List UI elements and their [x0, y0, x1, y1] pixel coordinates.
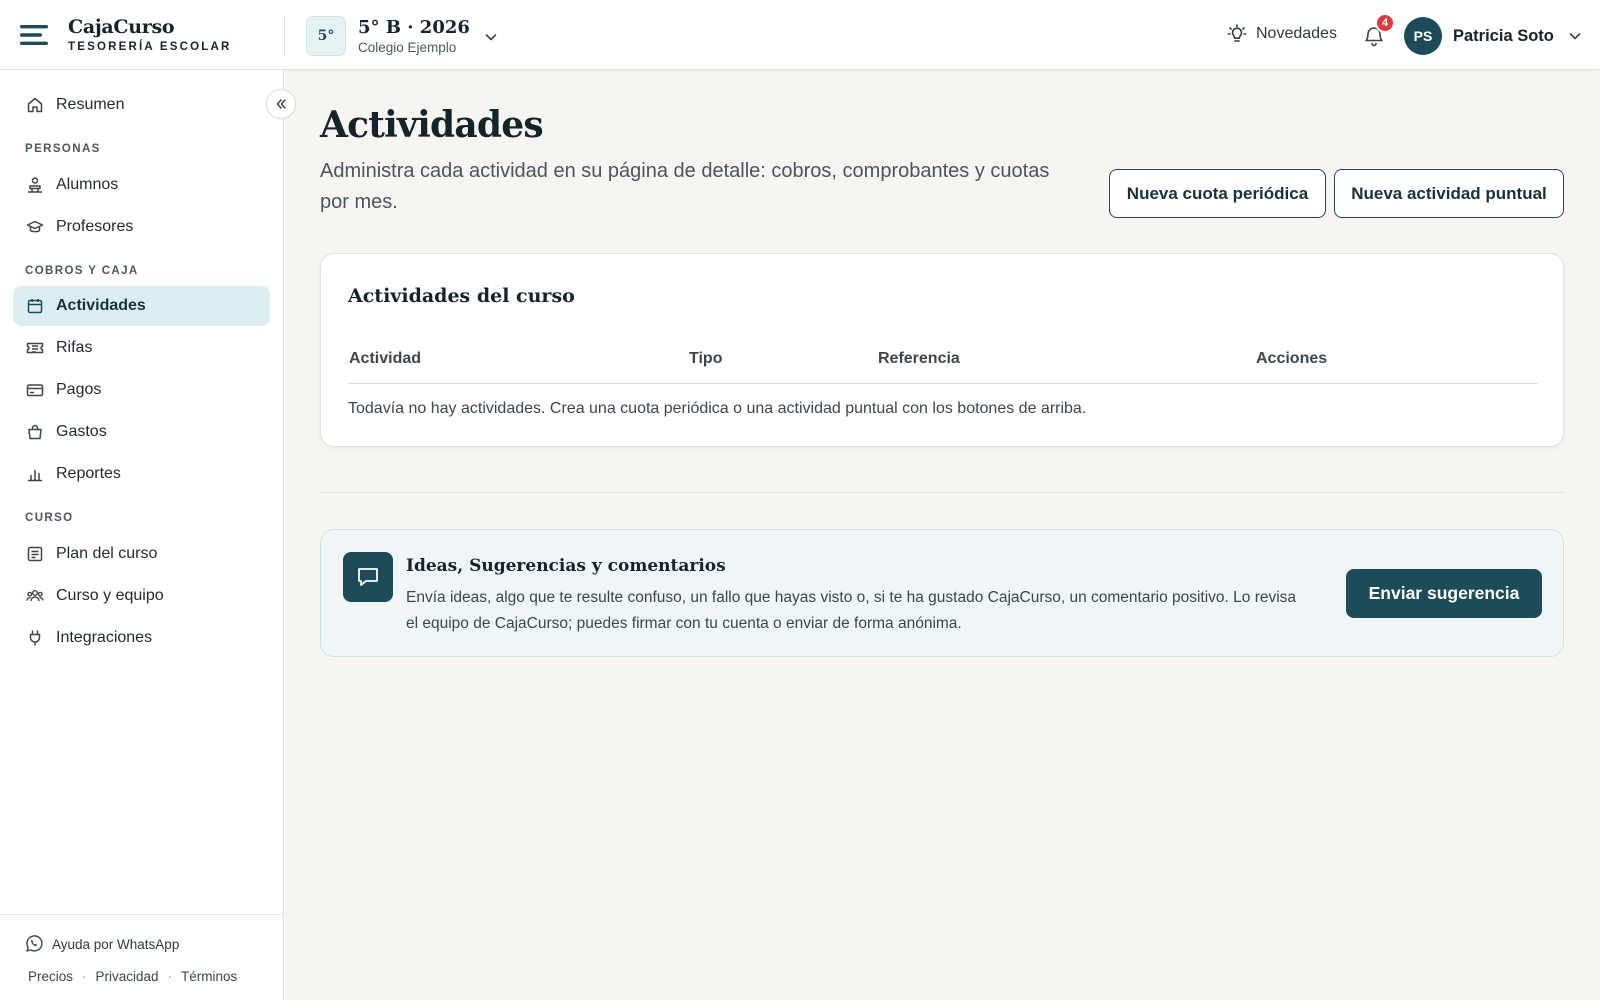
sidebar-item-plan-del-curso[interactable]: Plan del curso [13, 534, 270, 574]
shopping-bag-icon [26, 423, 44, 441]
chevron-down-icon [1568, 29, 1582, 43]
document-icon [26, 545, 44, 563]
sidebar-item-label: Alumnos [56, 176, 119, 193]
whatsapp-icon [24, 934, 44, 954]
sidebar-item-gastos[interactable]: Gastos [13, 412, 270, 452]
sidebar-item-label: Plan del curso [56, 545, 158, 562]
page-title: Actividades [320, 104, 544, 146]
sidebar-item-resumen[interactable]: Resumen [13, 85, 270, 125]
course-name: 5° B · 2026 [358, 16, 470, 38]
feedback-card: Ideas, Sugerencias y comentarios Envía i… [320, 529, 1564, 657]
section-divider [320, 492, 1564, 493]
user-menu[interactable]: PS Patricia Soto [1404, 17, 1582, 55]
sidebar: Resumen PERSONAS Alumnos Profesores COBR… [0, 70, 284, 1000]
send-suggestion-button[interactable]: Enviar sugerencia [1346, 569, 1542, 618]
sidebar-item-label: Resumen [56, 96, 125, 113]
brand-logo[interactable]: CajaCurso TESORERÍA ESCOLAR [68, 16, 232, 53]
sidebar-item-label: Curso y equipo [56, 587, 164, 604]
column-header-acciones: Acciones [1256, 350, 1328, 367]
page-description: Administra cada actividad en su página d… [320, 160, 1050, 213]
sidebar-item-reportes[interactable]: Reportes [13, 454, 270, 494]
whatsapp-help-label: Ayuda por WhatsApp [52, 936, 180, 952]
student-icon [26, 176, 44, 194]
footer-link-terminos[interactable]: Términos [181, 969, 237, 984]
sidebar-item-profesores[interactable]: Profesores [13, 207, 270, 247]
table-empty-message: Todavía no hay actividades. Crea una cuo… [348, 400, 1087, 417]
news-button[interactable]: Novedades [1226, 23, 1337, 45]
new-one-off-activity-button[interactable]: Nueva actividad puntual [1334, 169, 1564, 218]
plug-icon [26, 629, 44, 647]
credit-card-icon [26, 381, 44, 399]
column-header-tipo: Tipo [689, 350, 723, 367]
collapse-sidebar-button[interactable] [266, 89, 296, 119]
card-title: Actividades del curso [348, 285, 575, 307]
sidebar-item-alumnos[interactable]: Alumnos [13, 165, 270, 205]
graduation-cap-icon [26, 218, 44, 236]
sidebar-item-label: Pagos [56, 381, 102, 398]
sidebar-section-curso: CURSO [25, 512, 74, 524]
footer-separator: · [167, 969, 173, 984]
sidebar-footer-divider [0, 914, 284, 915]
footer-links: Precios · Privacidad · Términos [28, 969, 237, 984]
sidebar-item-label: Integraciones [56, 629, 153, 646]
chat-bubble-icon [343, 552, 393, 602]
sidebar-item-curso-y-equipo[interactable]: Curso y equipo [13, 576, 270, 616]
course-switcher[interactable]: 5° 5° B · 2026 Colegio Ejemplo [306, 15, 498, 57]
table-header-divider [348, 383, 1538, 384]
ticket-icon [26, 339, 44, 357]
feedback-text: Envía ideas, algo que te resulte confuso… [406, 589, 1297, 632]
sidebar-section-personas: PERSONAS [25, 143, 101, 155]
sidebar-section-cobros: COBROS Y CAJA [25, 265, 139, 277]
feedback-title: Ideas, Sugerencias y comentarios [406, 556, 726, 576]
calendar-icon [26, 297, 44, 315]
sidebar-item-actividades[interactable]: Actividades [13, 286, 270, 326]
chevron-down-icon [484, 30, 498, 44]
top-bar: CajaCurso TESORERÍA ESCOLAR 5° 5° B · 20… [0, 0, 1600, 70]
sidebar-item-label: Gastos [56, 423, 107, 440]
double-chevron-left-icon [274, 97, 288, 111]
lightbulb-icon [1226, 23, 1248, 45]
column-header-referencia: Referencia [878, 350, 960, 367]
activities-table-card: Actividades del curso Actividad Tipo Ref… [320, 253, 1564, 447]
sidebar-item-label: Reportes [56, 465, 121, 482]
course-badge: 5° [306, 16, 346, 56]
notification-count-badge: 4 [1375, 13, 1395, 33]
menu-icon[interactable] [18, 21, 50, 49]
sidebar-item-label: Profesores [56, 218, 134, 235]
course-school: Colegio Ejemplo [358, 39, 457, 55]
header-divider [284, 17, 285, 55]
brand-subtitle: TESORERÍA ESCOLAR [68, 41, 232, 53]
sidebar-item-label: Rifas [56, 339, 93, 356]
brand-name: CajaCurso [68, 16, 175, 38]
bar-chart-icon [26, 465, 44, 483]
column-header-actividad: Actividad [349, 350, 422, 367]
avatar: PS [1404, 17, 1442, 55]
whatsapp-help-link[interactable]: Ayuda por WhatsApp [24, 934, 179, 954]
footer-link-precios[interactable]: Precios [28, 969, 73, 984]
new-periodic-fee-button[interactable]: Nueva cuota periódica [1109, 169, 1326, 218]
sidebar-item-label: Actividades [56, 297, 146, 314]
team-icon [26, 587, 44, 605]
news-label: Novedades [1256, 25, 1337, 42]
footer-separator: · [82, 969, 87, 984]
sidebar-item-integraciones[interactable]: Integraciones [13, 618, 270, 658]
sidebar-item-rifas[interactable]: Rifas [13, 328, 270, 368]
home-icon [26, 96, 44, 114]
footer-link-privacidad[interactable]: Privacidad [96, 969, 159, 984]
sidebar-item-pagos[interactable]: Pagos [13, 370, 270, 410]
user-name: Patricia Soto [1453, 26, 1554, 45]
